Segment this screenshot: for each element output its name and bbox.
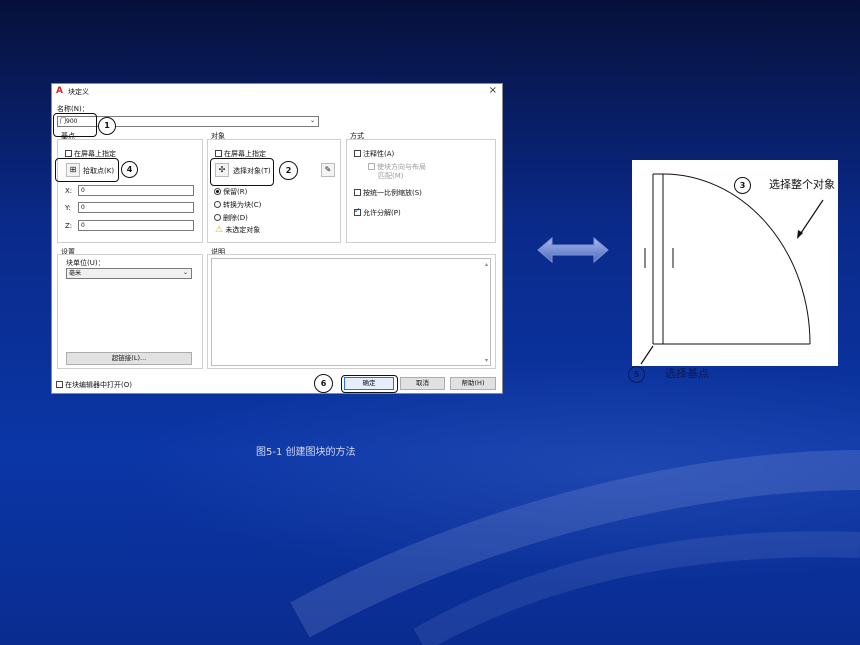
match-orientation-label: 使块方向与布局	[377, 163, 426, 171]
retain-radio[interactable]	[214, 187, 221, 195]
hyperlink-button[interactable]: 超链接(L)...	[66, 352, 192, 365]
none-selected-label: 未选定对象	[225, 226, 261, 234]
scale-uniform-checkbox[interactable]	[354, 188, 361, 196]
chevron-down-icon: ⌄	[182, 269, 188, 276]
cancel-button[interactable]: 取消	[400, 377, 445, 390]
delete-label: 删除(D)	[223, 214, 248, 222]
callout-1: 1	[98, 117, 116, 135]
unit-select[interactable]: 毫米 ⌄	[66, 268, 192, 279]
x-label: X:	[65, 187, 73, 195]
scale-uniform-option[interactable]: 按统一比例缩放(S)	[354, 188, 422, 198]
retain-option[interactable]: 保留(R)	[214, 187, 247, 197]
objects-on-screen-label: 在屏幕上指定	[224, 150, 266, 158]
allow-explode-checkbox[interactable]	[354, 206, 361, 216]
retain-label: 保留(R)	[223, 188, 248, 196]
unit-label: 块单位(U)：	[66, 259, 105, 267]
callout-2: 2	[279, 161, 298, 180]
callout-4: 4	[121, 161, 138, 178]
door-drawing-panel: 3 选择整个对象	[632, 160, 838, 366]
allow-explode-option[interactable]: 允许分解(P)	[354, 206, 401, 218]
highlight-name	[53, 113, 97, 137]
block-definition-dialog: A 块定义 × 名称(N)： 门900 ⌄ 基点 在屏幕上指定 ⊞ 拾取点(K)…	[51, 83, 503, 394]
dialog-title: 块定义	[68, 88, 89, 96]
annotative-label: 注释性(A)	[363, 150, 395, 158]
basepoint-on-screen-checkbox[interactable]	[65, 149, 72, 157]
help-button[interactable]: 帮助(H)	[450, 377, 496, 390]
convert-label: 转换为块(C)	[223, 201, 262, 209]
unit-value: 毫米	[69, 270, 82, 277]
callout-6: 6	[314, 374, 333, 393]
scroll-down-icon[interactable]: ▾	[485, 357, 488, 364]
warning-icon: ⚠	[215, 225, 224, 235]
scroll-up-icon[interactable]: ▴	[485, 261, 488, 268]
highlight-ok	[341, 375, 398, 393]
callout-5: 5	[628, 366, 645, 383]
match-orientation-label-2: 匹配(M)	[378, 172, 404, 180]
close-icon[interactable]: ×	[489, 85, 497, 96]
annotative-option[interactable]: 注释性(A)	[354, 149, 394, 159]
allow-explode-label: 允许分解(P)	[363, 209, 401, 217]
callout-3: 3	[734, 177, 751, 194]
chevron-down-icon: ⌄	[309, 117, 315, 124]
z-input[interactable]: 0	[78, 220, 194, 231]
dialog-titlebar: A 块定义 ×	[52, 84, 502, 98]
z-label: Z:	[65, 222, 73, 230]
double-arrow-icon	[537, 236, 609, 264]
description-textarea[interactable]: ▴ ▾	[211, 258, 491, 366]
highlight-select-objects	[210, 158, 274, 186]
basepoint-on-screen-label: 在屏幕上指定	[74, 150, 116, 158]
open-in-editor-checkbox[interactable]	[56, 380, 63, 388]
highlight-pick-point	[55, 158, 119, 182]
autocad-logo-icon: A	[56, 86, 63, 96]
open-in-editor-label: 在块编辑器中打开(O)	[65, 381, 132, 389]
annotative-checkbox[interactable]	[354, 149, 361, 157]
quick-select-icon[interactable]: ✎	[321, 163, 335, 177]
open-in-editor-option[interactable]: 在块编辑器中打开(O)	[56, 380, 132, 390]
convert-option[interactable]: 转换为块(C)	[214, 200, 261, 210]
y-label: Y:	[65, 204, 71, 212]
label-base-point: 选择基点	[665, 367, 709, 380]
convert-radio[interactable]	[214, 200, 221, 208]
label-select-all: 选择整个对象	[769, 178, 835, 191]
delete-option[interactable]: 删除(D)	[214, 213, 248, 223]
figure-caption: 图5-1 创建图块的方法	[256, 447, 356, 458]
delete-radio[interactable]	[214, 213, 221, 221]
objects-on-screen-checkbox[interactable]	[215, 149, 222, 157]
match-orientation-checkbox[interactable]	[368, 162, 375, 170]
scale-uniform-label: 按统一比例缩放(S)	[363, 189, 422, 197]
y-input[interactable]: 0	[78, 202, 194, 213]
x-input[interactable]: 0	[78, 185, 194, 196]
none-selected: ⚠ 未选定对象	[215, 225, 260, 235]
